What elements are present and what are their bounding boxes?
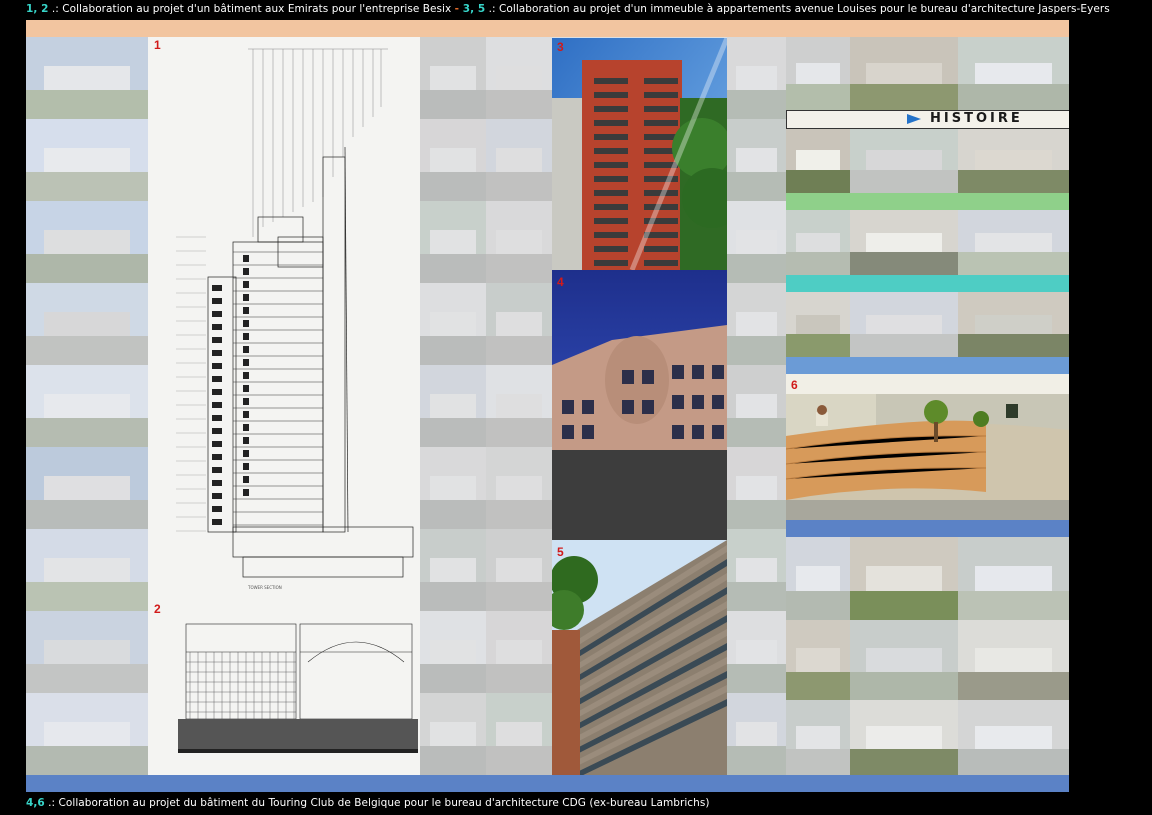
thumbnail-image [958, 620, 1069, 700]
thumbnail-image [727, 447, 786, 529]
photo-4-office-building [552, 270, 727, 540]
thumbnail-image [850, 37, 958, 110]
thumbnail-image [26, 611, 148, 693]
teal-band [786, 275, 1069, 292]
thumbnail-image [850, 537, 958, 620]
thumbnail-image [26, 365, 148, 447]
thumbnail-image [850, 210, 958, 275]
thumbnail-image [958, 127, 1069, 193]
panel-label-2: 2 [154, 602, 161, 616]
photo-6-reception-hall [786, 374, 1069, 520]
caption-top-num2: 3, 5 [462, 3, 486, 15]
thumbnail-image [26, 529, 148, 611]
thumbnail-image [727, 37, 786, 119]
thumbnail-image [727, 693, 786, 775]
thumbnail-image [26, 201, 148, 283]
photo-3-apartment-tower [552, 38, 727, 270]
thumbnail-image [486, 693, 552, 775]
blue-band-2 [786, 520, 1069, 537]
thumbnail-image [850, 292, 958, 357]
thumbnail-image [958, 37, 1069, 110]
thumbnail-image [420, 37, 486, 119]
thumbnail-image [727, 283, 786, 365]
histoire-button[interactable]: HISTOIRE [786, 110, 1069, 129]
thumbnail-image [420, 201, 486, 283]
thumbnail-image [786, 700, 850, 775]
hall-section-svg [148, 602, 420, 775]
photo-3-svg [552, 38, 727, 270]
thumbnail-image [26, 37, 148, 119]
thumbnail-image [486, 365, 552, 447]
section-drawing-1: TOWER SECTION [148, 37, 420, 602]
thumbnail-image [958, 210, 1069, 275]
thumbnail-image [26, 447, 148, 529]
panel-label-6: 6 [791, 378, 798, 392]
thumbnail-image [958, 292, 1069, 357]
thumbnail-image [850, 127, 958, 193]
caption-bottom: 4,6 .: Collaboration au projet du bâtime… [26, 797, 710, 809]
panel-label-1: 1 [154, 38, 161, 52]
thumbnail-image [486, 283, 552, 365]
photo-5-apartment-facade [552, 540, 727, 775]
panel-label-3: 3 [557, 40, 564, 54]
thumbnail-image [850, 700, 958, 775]
thumbnail-image [727, 529, 786, 611]
thumbnail-image [486, 529, 552, 611]
photo-5-svg [552, 540, 727, 775]
blue-band-1 [786, 357, 1069, 374]
thumbnail-image [786, 210, 850, 275]
thumbnail-image [26, 283, 148, 365]
thumbnail-image [486, 201, 552, 283]
peach-band [26, 20, 1069, 37]
thumbnail-image [420, 283, 486, 365]
thumbnail-image [786, 292, 850, 357]
thumbnail-image [786, 537, 850, 620]
green-band [786, 193, 1069, 210]
thumbnail-image [26, 119, 148, 201]
thumbnail-image [420, 447, 486, 529]
thumbnail-image [420, 693, 486, 775]
thumbnail-image [786, 127, 850, 193]
panel-label-5: 5 [557, 545, 564, 559]
thumbnail-image [786, 37, 850, 110]
caption-top-num1: 1, 2 [26, 3, 49, 15]
caption-top: 1, 2 .: Collaboration au projet d'un bât… [26, 3, 1110, 15]
caption-bottom-num: 4,6 [26, 797, 45, 809]
bottom-blue-band [26, 775, 1069, 792]
thumbnail-image [727, 365, 786, 447]
play-arrow-icon [907, 114, 921, 124]
thumbnail-image [727, 611, 786, 693]
caption-bottom-text: .: Collaboration au projet du bâtiment d… [44, 797, 710, 809]
caption-top-sep: - [454, 3, 463, 15]
thumbnail-image [727, 201, 786, 283]
thumbnail-image [486, 37, 552, 119]
thumbnail-image [420, 611, 486, 693]
panel-label-4: 4 [557, 275, 564, 289]
thumbnail-image [420, 365, 486, 447]
thumbnail-image [420, 119, 486, 201]
thumbnail-image [26, 693, 148, 775]
thumbnail-image [727, 119, 786, 201]
tower-section-svg: TOWER SECTION [148, 37, 420, 602]
section-drawing-2 [148, 602, 420, 775]
thumbnail-image [420, 529, 486, 611]
svg-text:TOWER SECTION: TOWER SECTION [247, 585, 282, 590]
caption-top-text2: .: Collaboration au projet d'un immeuble… [485, 3, 1110, 15]
photo-6-svg [786, 374, 1069, 520]
thumbnail-image [850, 620, 958, 700]
caption-top-text1: .: Collaboration au projet d'un bâtiment… [48, 3, 455, 15]
thumbnail-image [486, 447, 552, 529]
photo-4-svg [552, 270, 727, 540]
histoire-label: HISTOIRE [930, 111, 1023, 126]
thumbnail-image [958, 700, 1069, 775]
thumbnail-image [958, 537, 1069, 620]
thumbnail-image [786, 620, 850, 700]
thumbnail-image [486, 119, 552, 201]
thumbnail-image [486, 611, 552, 693]
poster-sheet: TOWER SECTION 1 2 3 4 5 HISTOIRE 6 [26, 20, 1069, 792]
